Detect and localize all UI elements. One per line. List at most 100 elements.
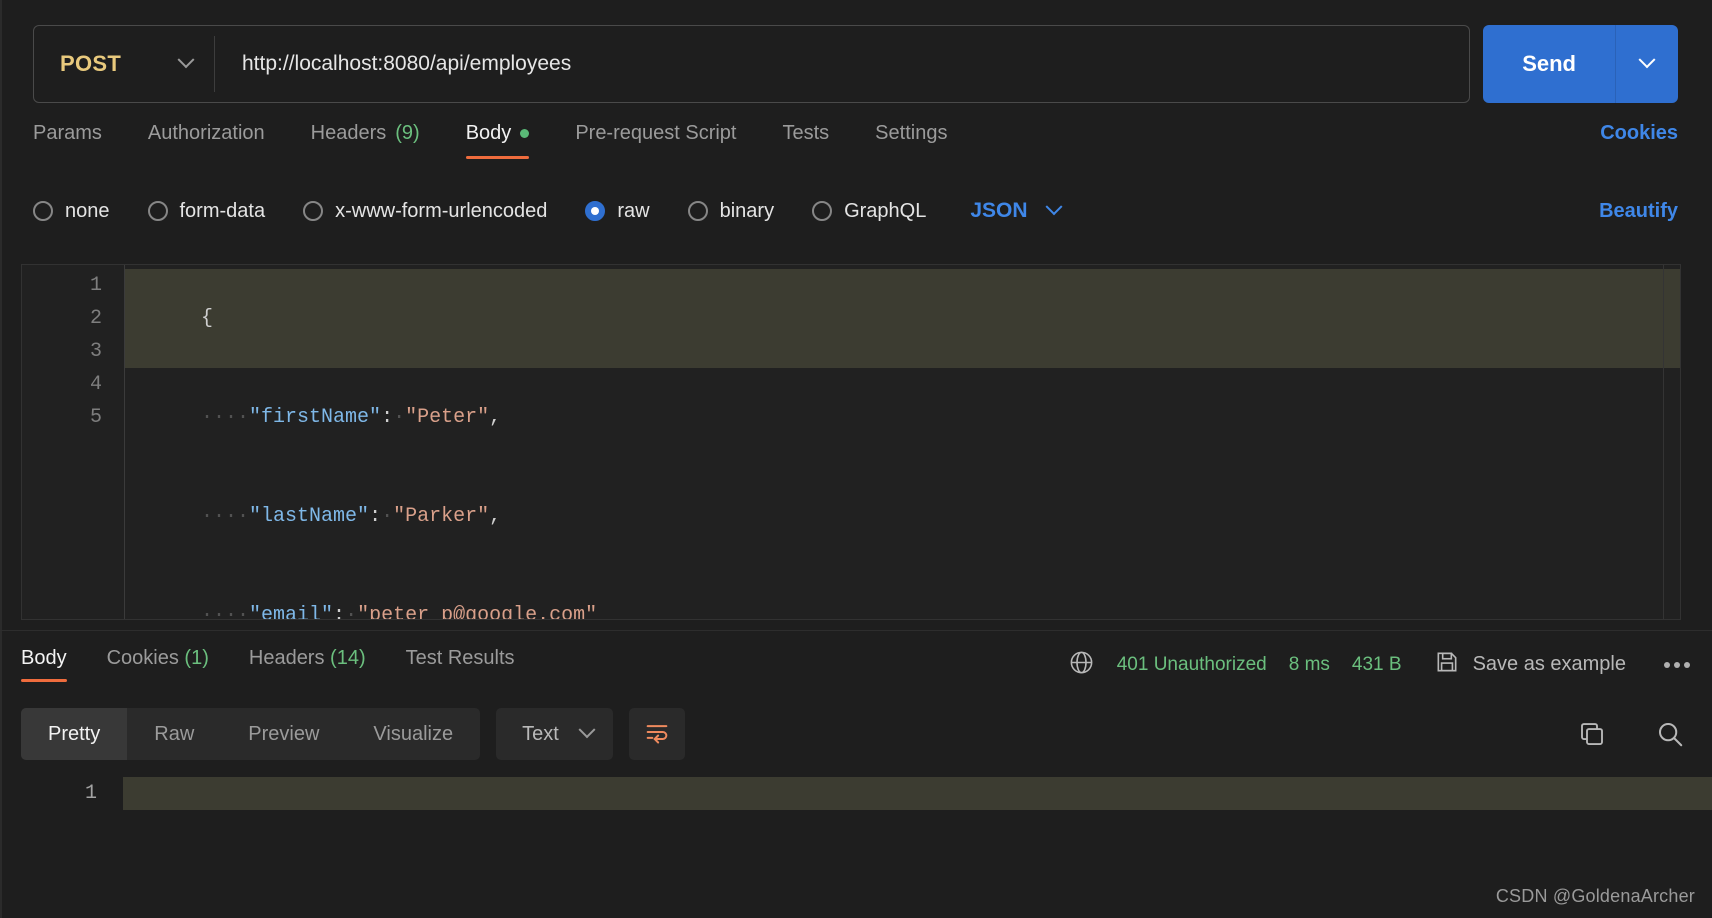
response-status-bar: Body Cookies (1) Headers (14) Test Resul… bbox=[0, 630, 1712, 698]
body-type-label: x-www-form-urlencoded bbox=[335, 199, 548, 222]
line-number: 1 bbox=[89, 274, 102, 297]
chevron-down-icon bbox=[578, 721, 596, 739]
response-tab-body[interactable]: Body bbox=[21, 647, 67, 682]
body-type-form-data[interactable]: form-data bbox=[147, 200, 265, 223]
radio-icon bbox=[812, 201, 833, 221]
dot bbox=[1664, 661, 1670, 668]
wrap-text-icon bbox=[643, 718, 671, 751]
line-number: 1 bbox=[84, 782, 97, 805]
code-token: "lastName" bbox=[249, 505, 370, 528]
view-mode-preview[interactable]: Preview bbox=[221, 708, 346, 760]
tab-tests[interactable]: Tests bbox=[782, 122, 829, 159]
tab-label: Pre-request Script bbox=[575, 122, 737, 144]
code-token: "Peter" bbox=[405, 406, 490, 429]
code-token: ···· bbox=[201, 604, 250, 619]
tab-headers[interactable]: Headers (9) bbox=[311, 122, 420, 159]
code-token: { bbox=[201, 307, 214, 330]
response-tab-cookies[interactable]: Cookies (1) bbox=[107, 647, 209, 682]
tab-label: Cookies bbox=[106, 647, 179, 669]
body-modified-dot-icon bbox=[520, 129, 530, 138]
tab-count: (9) bbox=[395, 122, 420, 144]
body-type-none[interactable]: none bbox=[33, 200, 110, 223]
body-type-label: raw bbox=[617, 199, 650, 222]
response-tab-test-results[interactable]: Test Results bbox=[406, 647, 515, 682]
response-size[interactable]: 431 B bbox=[1352, 654, 1402, 676]
editor-code-area[interactable]: { ····"firstName":·"Peter", ····"lastNam… bbox=[124, 265, 1680, 619]
save-as-example-button[interactable]: Save as example bbox=[1434, 649, 1626, 681]
view-mode-visualize[interactable]: Visualize bbox=[346, 708, 480, 760]
chevron-down-icon bbox=[1045, 198, 1063, 216]
code-token: "peter_p@google.com" bbox=[357, 604, 598, 619]
raw-format-dropdown[interactable]: JSON bbox=[970, 198, 1063, 223]
body-type-raw[interactable]: raw bbox=[585, 199, 650, 223]
url-input[interactable]: http://localhost:8080/api/employees bbox=[215, 26, 1469, 102]
response-vertical-scrollbar[interactable] bbox=[1697, 768, 1712, 888]
send-button[interactable]: Send bbox=[1483, 25, 1616, 103]
body-type-x-www-form-urlencoded[interactable]: x-www-form-urlencoded bbox=[303, 200, 547, 223]
editor-vertical-scrollbar[interactable] bbox=[1663, 265, 1680, 619]
code-token: · bbox=[393, 406, 406, 429]
tab-label: Authorization bbox=[147, 122, 265, 144]
body-type-binary[interactable]: binary bbox=[687, 199, 775, 223]
response-tabs: Body Cookies (1) Headers (14) Test Resul… bbox=[21, 647, 555, 682]
radio-icon bbox=[33, 201, 53, 221]
tab-label: Headers bbox=[310, 122, 387, 144]
tab-count: (1) bbox=[184, 647, 209, 669]
code-token: · bbox=[381, 505, 394, 528]
tab-label: Test Results bbox=[405, 647, 515, 669]
code-token: "firstName" bbox=[249, 406, 382, 429]
code-token: : bbox=[381, 406, 394, 429]
tab-label: Params bbox=[33, 122, 102, 144]
body-type-row: none form-data x-www-form-urlencoded raw… bbox=[33, 190, 1678, 232]
http-method-dropdown[interactable]: POST bbox=[34, 26, 214, 102]
code-token: : bbox=[369, 505, 382, 528]
editor-line-number-gutter: 1 2 3 4 5 bbox=[22, 265, 124, 619]
body-type-label: none bbox=[65, 199, 110, 222]
request-tabs: Params Authorization Headers (9) Body Pr… bbox=[33, 122, 1678, 174]
tab-label: Tests bbox=[782, 122, 830, 144]
search-icon[interactable] bbox=[1655, 719, 1685, 749]
body-type-label: GraphQL bbox=[844, 199, 927, 222]
dot bbox=[1674, 661, 1680, 668]
radio-icon bbox=[687, 201, 708, 221]
view-mode-raw[interactable]: Raw bbox=[127, 708, 221, 760]
tab-params[interactable]: Params bbox=[33, 122, 102, 159]
radio-selected-icon bbox=[585, 201, 606, 221]
code-token: "email" bbox=[249, 604, 334, 619]
raw-format-label: JSON bbox=[970, 199, 1028, 222]
copy-icon[interactable] bbox=[1577, 719, 1607, 749]
line-number: 5 bbox=[89, 406, 102, 429]
response-status-code[interactable]: 401 Unauthorized bbox=[1117, 654, 1267, 676]
code-token: : bbox=[333, 604, 346, 619]
save-icon bbox=[1434, 649, 1460, 681]
tab-pre-request-script[interactable]: Pre-request Script bbox=[575, 122, 736, 159]
code-line: { bbox=[125, 269, 1680, 368]
chevron-down-icon bbox=[1638, 51, 1656, 69]
watermark: CSDN @GoldenaArcher bbox=[1495, 886, 1695, 906]
code-token: ···· bbox=[201, 406, 250, 429]
request-body-editor: 1 2 3 4 5 { ····"firstName":·"Peter", ··… bbox=[21, 264, 1681, 620]
view-mode-pretty[interactable]: Pretty bbox=[21, 708, 128, 760]
send-button-group: Send bbox=[1483, 25, 1678, 103]
send-options-dropdown[interactable] bbox=[1616, 25, 1678, 103]
cookies-link[interactable]: Cookies bbox=[1600, 122, 1678, 145]
code-token: "Parker" bbox=[393, 505, 490, 528]
tab-body[interactable]: Body bbox=[465, 122, 530, 159]
response-code-area[interactable] bbox=[123, 768, 1712, 888]
code-line: ····"firstName":·"Peter", bbox=[125, 368, 1680, 467]
tab-label: Headers bbox=[248, 647, 325, 669]
tab-authorization[interactable]: Authorization bbox=[148, 122, 265, 159]
body-type-label: binary bbox=[719, 199, 775, 222]
more-options-icon[interactable] bbox=[1664, 661, 1690, 668]
response-view-mode-group: Pretty Raw Preview Visualize bbox=[21, 708, 481, 760]
response-time[interactable]: 8 ms bbox=[1289, 654, 1330, 676]
wrap-lines-button[interactable] bbox=[628, 708, 685, 760]
tab-settings[interactable]: Settings bbox=[875, 122, 947, 159]
response-tab-headers[interactable]: Headers (14) bbox=[249, 647, 366, 682]
body-type-graphql[interactable]: GraphQL bbox=[812, 200, 926, 223]
beautify-button[interactable]: Beautify bbox=[1599, 200, 1678, 223]
code-token: , bbox=[489, 406, 502, 429]
radio-icon bbox=[303, 201, 324, 221]
response-view-toolbar: Pretty Raw Preview Visualize Text bbox=[21, 708, 1691, 760]
response-format-dropdown[interactable]: Text bbox=[496, 708, 613, 760]
